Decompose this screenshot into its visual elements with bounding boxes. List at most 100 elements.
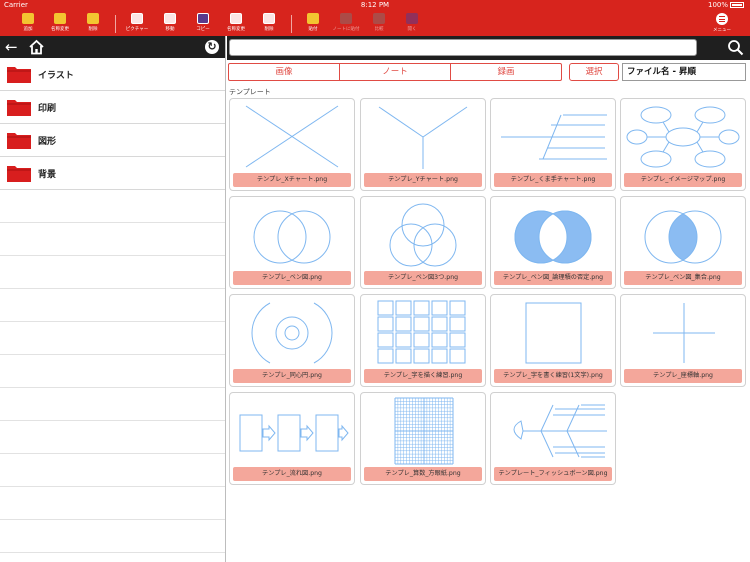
menu-button[interactable]: メニュー: [708, 12, 736, 36]
empty-row: [0, 223, 225, 256]
delete-file-icon: [263, 13, 275, 24]
refresh-icon[interactable]: ↻: [205, 40, 219, 54]
folder-item-shapes[interactable]: 図形: [0, 124, 225, 157]
move-button[interactable]: 移動: [156, 12, 184, 36]
toolbar-label: コピー: [196, 27, 210, 32]
empty-row: [0, 355, 225, 388]
toolbar-divider: [115, 15, 116, 33]
compare-icon: [373, 13, 385, 24]
file-name: テンプレ_算数_方眼紙.png: [364, 467, 482, 481]
empty-row: [0, 487, 225, 520]
select-button[interactable]: 選択: [569, 63, 619, 81]
toolbar-label: 名称変更: [51, 27, 69, 32]
copy-button[interactable]: コピー: [189, 12, 217, 36]
venn-intersection-icon: [644, 210, 722, 264]
file-name: テンプレ_ベン図3つ.png: [364, 271, 482, 285]
search-input[interactable]: [229, 39, 697, 56]
rake-chart-icon: [501, 114, 607, 160]
file-card[interactable]: テンプレ_イメージマップ.png: [620, 98, 746, 191]
file-card[interactable]: テンプレ_算数_方眼紙.png: [360, 392, 486, 485]
empty-row: [0, 454, 225, 487]
file-card[interactable]: テンプレ_Yチャート.png: [360, 98, 486, 191]
folder-item-print[interactable]: 印刷: [0, 91, 225, 124]
file-name: テンプレ_ベン図_論理積の否定.png: [494, 271, 612, 285]
folder-item-background[interactable]: 背景: [0, 157, 225, 190]
battery-indicator: 100%: [708, 1, 744, 9]
file-card[interactable]: テンプレ_Xチャート.png: [229, 98, 355, 191]
axes-icon: [653, 303, 715, 363]
toolbar-divider: [291, 15, 292, 33]
delete-file-button[interactable]: 削除: [255, 12, 283, 36]
open-button[interactable]: 開く: [398, 12, 426, 36]
file-card[interactable]: テンプレ_くま手チャート.png: [490, 98, 616, 191]
paste-icon: [307, 13, 319, 24]
empty-row: [0, 289, 225, 322]
writing-grid-icon: [377, 300, 466, 364]
file-browser: 画像 ノート 録画 選択 ファイル名 - 昇順 テンプレート テンプレ_Xチャー…: [227, 36, 750, 562]
file-name: テンプレ_ベン図.png: [233, 271, 351, 285]
flow-icon: [239, 414, 349, 452]
move-file-icon: [164, 13, 176, 24]
file-name: テンプレ_ベン図_集合.png: [624, 271, 742, 285]
delete-folder-button[interactable]: 削除: [79, 12, 107, 36]
search-icon[interactable]: [727, 39, 744, 56]
paste-button[interactable]: 貼付: [299, 12, 327, 36]
rename-file-icon: [230, 13, 242, 24]
toolbar-label: 移動: [165, 27, 175, 32]
file-card[interactable]: テンプレ_座標軸.png: [620, 294, 746, 387]
empty-row: [0, 322, 225, 355]
file-card[interactable]: テンプレ_流れ図.png: [229, 392, 355, 485]
picture-button[interactable]: ピクチャー: [123, 12, 151, 36]
file-name: テンプレ_字を書く練習(1文字).png: [494, 369, 612, 383]
open-icon: [406, 13, 418, 24]
rename-folder-button[interactable]: 名称変更: [46, 12, 74, 36]
copy-file-icon: [197, 13, 209, 24]
tab-images[interactable]: 画像: [229, 64, 340, 80]
single-box-icon: [525, 302, 582, 364]
toolbar-label: 開く: [407, 27, 417, 32]
toolbar: Carrier 8:12 PM 100% 追加 名称変更 削除 ピクチャー 移動…: [0, 0, 750, 36]
file-card[interactable]: テンプレ_ベン図3つ.png: [360, 196, 486, 289]
empty-row: [0, 190, 225, 223]
toolbar-label: ピクチャー: [125, 27, 149, 32]
toolbar-label: 名称変更: [227, 27, 245, 32]
file-card[interactable]: テンプレ_字を描く練習.png: [360, 294, 486, 387]
file-name: テンプレ_くま手チャート.png: [494, 173, 612, 187]
y-chart-icon: [378, 106, 468, 169]
clock: 8:12 PM: [360, 1, 390, 9]
paste-to-note-button[interactable]: ノートに貼付: [332, 12, 360, 36]
empty-row: [0, 388, 225, 421]
file-card[interactable]: テンプレ_ベン図_論理積の否定.png: [490, 196, 616, 289]
folder-icon: [7, 133, 31, 149]
back-arrow-icon[interactable]: ←: [5, 39, 21, 55]
folder-sidebar: ← ↻ イラスト 印刷 図形 背景: [0, 36, 226, 562]
folder-item-illustration[interactable]: イラスト: [0, 58, 225, 91]
folder-icon: [7, 100, 31, 116]
fishbone-icon: [513, 404, 607, 458]
folder-icon: [7, 67, 31, 83]
venn-3-icon: [389, 203, 457, 267]
note-paste-icon: [340, 13, 352, 24]
toolbar-label: 追加: [23, 27, 33, 32]
compare-button[interactable]: 比較: [365, 12, 393, 36]
venn-2-icon: [253, 210, 331, 264]
empty-row: [0, 421, 225, 454]
file-name: テンプレ_Yチャート.png: [364, 173, 482, 187]
file-card[interactable]: テンプレ_ベン図_集合.png: [620, 196, 746, 289]
rename-file-button[interactable]: 名称変更: [222, 12, 250, 36]
file-name: テンプレ_字を描く練習.png: [364, 369, 482, 383]
home-icon[interactable]: [28, 39, 45, 55]
file-card[interactable]: テンプレ_同心円.png: [229, 294, 355, 387]
file-name: テンプレ_座標軸.png: [624, 369, 742, 383]
file-card[interactable]: テンプレート_フィッシュボーン図.png: [490, 392, 616, 485]
menu-icon: [716, 13, 728, 25]
sort-order-field[interactable]: ファイル名 - 昇順: [622, 63, 746, 81]
tab-notes[interactable]: ノート: [340, 64, 451, 80]
tab-recordings[interactable]: 録画: [451, 64, 561, 80]
file-name: テンプレート_フィッシュボーン図.png: [494, 467, 612, 481]
file-card[interactable]: テンプレ_字を書く練習(1文字).png: [490, 294, 616, 387]
add-folder-button[interactable]: 追加: [14, 12, 42, 36]
file-card[interactable]: テンプレ_ベン図.png: [229, 196, 355, 289]
battery-percent: 100%: [707, 1, 728, 9]
image-map-icon: [626, 106, 740, 168]
